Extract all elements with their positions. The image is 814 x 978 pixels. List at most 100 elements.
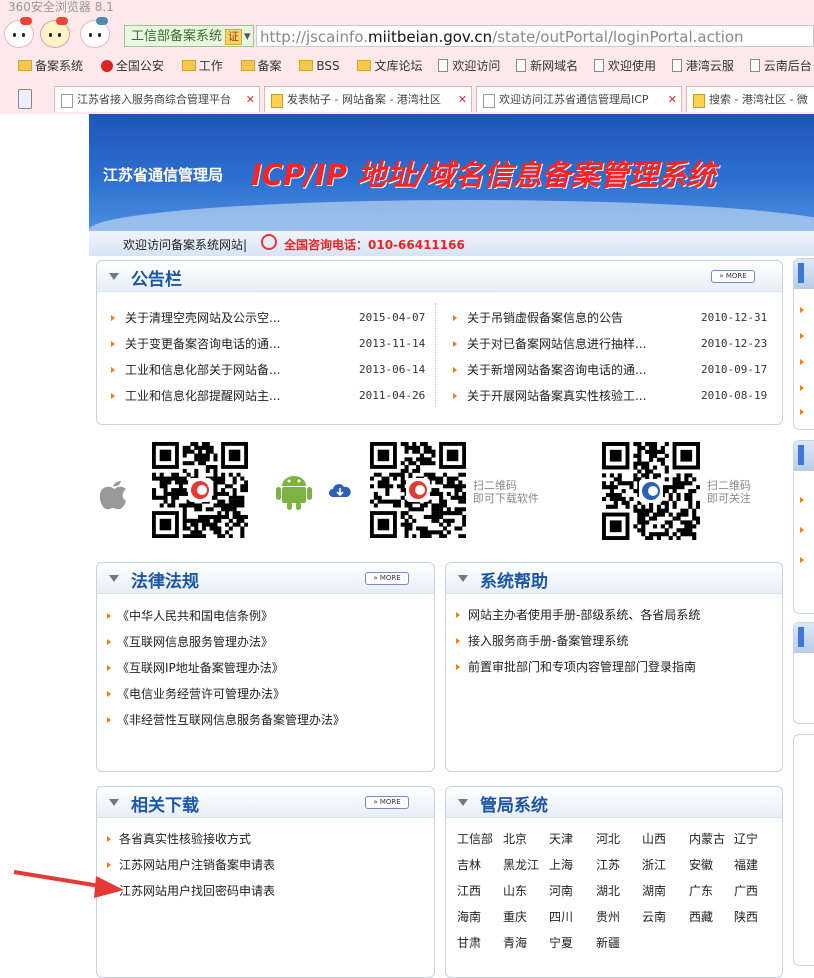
bureau-link[interactable]: 山西 xyxy=(642,830,666,847)
bureau-link[interactable]: 河南 xyxy=(549,882,573,899)
bureau-link[interactable]: 新疆 xyxy=(596,934,620,951)
side-panel xyxy=(793,440,814,614)
help-item[interactable]: 接入服务商手册-备案管理系统 xyxy=(456,632,628,649)
downloads-more-button[interactable]: » MORE xyxy=(365,796,409,809)
browser-tab[interactable]: 欢迎访问江苏省通信管理局ICP ✕ xyxy=(476,86,682,112)
bookmark-item[interactable]: 文库论坛 xyxy=(357,55,422,77)
url-domain: miitbeian.gov.cn xyxy=(368,28,493,46)
notice-item[interactable]: 关于变更备案咨询电话的通... xyxy=(111,335,280,352)
notice-item[interactable]: 工业和信息化部提醒网站主... xyxy=(111,387,280,404)
apple-icon[interactable] xyxy=(97,474,129,514)
notice-item[interactable]: 关于清理空壳网站及公示空... xyxy=(111,309,280,326)
notice-item[interactable]: 关于新增网站备案咨询电话的通... xyxy=(453,361,646,378)
download-item[interactable]: 江苏网站用户注销备案申请表 xyxy=(107,856,275,873)
law-item[interactable]: 《非经营性互联网信息服务备案管理办法》 xyxy=(107,711,345,728)
bureau-link[interactable]: 甘肃 xyxy=(457,934,481,951)
bureau-link[interactable]: 陕西 xyxy=(734,908,758,925)
bureau-link[interactable]: 湖北 xyxy=(596,882,620,899)
bookmark-item[interactable]: BSS xyxy=(299,55,340,77)
collapse-icon[interactable] xyxy=(109,575,119,582)
bureau-link[interactable]: 吉林 xyxy=(457,856,481,873)
close-tab-icon[interactable]: ✕ xyxy=(668,87,677,112)
bullet-arrow-icon xyxy=(107,836,111,842)
download-cloud-icon[interactable] xyxy=(328,484,352,498)
law-item[interactable]: 《互联网信息服务管理办法》 xyxy=(107,633,273,650)
page-icon xyxy=(61,94,73,108)
close-tab-icon[interactable]: ✕ xyxy=(246,87,255,112)
bureau-link[interactable]: 上海 xyxy=(549,856,573,873)
help-item[interactable]: 前置审批部门和专项内容管理部门登录指南 xyxy=(456,658,696,675)
bureau-link[interactable]: 内蒙古 xyxy=(689,830,725,847)
bureau-link[interactable]: 山东 xyxy=(503,882,527,899)
bullet-arrow-icon xyxy=(453,393,457,399)
bureau-link[interactable]: 湖南 xyxy=(642,882,666,899)
android-icon[interactable] xyxy=(276,470,312,510)
download-item[interactable]: 各省真实性核验接收方式 xyxy=(107,830,251,847)
bullet-arrow-icon xyxy=(456,664,460,670)
bureau-link[interactable]: 西藏 xyxy=(689,908,713,925)
mobile-icon[interactable] xyxy=(18,89,32,109)
bureau-link[interactable]: 海南 xyxy=(457,908,481,925)
bullet-arrow-icon xyxy=(111,315,115,321)
bureau-link[interactable]: 北京 xyxy=(503,830,527,847)
bureau-link[interactable]: 河北 xyxy=(596,830,620,847)
bureau-link[interactable]: 贵州 xyxy=(596,908,620,925)
collapse-icon[interactable] xyxy=(109,799,119,806)
bureau-link[interactable]: 四川 xyxy=(549,908,573,925)
browser-chrome: 360安全浏览器 8.1 工信部备案系统证 ▾ http://jscainfo.m… xyxy=(0,0,814,114)
collapse-icon[interactable] xyxy=(458,575,468,582)
close-tab-icon[interactable]: ✕ xyxy=(458,87,467,112)
bureau-link[interactable]: 江西 xyxy=(457,882,481,899)
notice-item[interactable]: 关于对已备案网站信息进行抽样... xyxy=(453,335,646,352)
notice-item[interactable]: 关于吊销虚假备案信息的公告 xyxy=(453,309,623,326)
bureau-link[interactable]: 天津 xyxy=(549,830,573,847)
bullet-arrow-icon xyxy=(107,639,111,645)
browser-tab[interactable]: 发表帖子 - 网站备案 - 港湾社区 ✕ xyxy=(264,86,472,112)
site-identity-button[interactable]: 工信部备案系统证 ▾ xyxy=(124,25,254,47)
hello-kitty-cake-icon[interactable] xyxy=(40,17,70,48)
bureau-link[interactable]: 重庆 xyxy=(503,908,527,925)
bureau-link[interactable]: 辽宁 xyxy=(734,830,758,847)
browser-tab[interactable]: 江苏省接入服务商综合管理平台 ✕ xyxy=(54,86,260,112)
bookmark-item[interactable]: 欢迎使用 xyxy=(594,55,656,77)
bureau-link[interactable]: 黑龙江 xyxy=(503,856,539,873)
page-icon xyxy=(516,59,527,72)
bureau-link[interactable]: 青海 xyxy=(503,934,527,951)
folder-icon xyxy=(18,60,32,71)
bureau-link[interactable]: 江苏 xyxy=(596,856,620,873)
bureau-link[interactable]: 浙江 xyxy=(642,856,666,873)
laws-more-button[interactable]: » MORE xyxy=(365,572,409,585)
law-item[interactable]: 《中华人民共和国电信条例》 xyxy=(107,607,273,624)
collapse-icon[interactable] xyxy=(109,273,119,280)
bureau-link[interactable]: 宁夏 xyxy=(549,934,573,951)
bureau-link[interactable]: 广东 xyxy=(689,882,713,899)
notice-item[interactable]: 关于开展网站备案真实性核验工... xyxy=(453,387,646,404)
notice-more-button[interactable]: » MORE xyxy=(711,270,755,283)
address-bar[interactable]: http://jscainfo.miitbeian.gov.cn/state/o… xyxy=(256,25,814,47)
hello-kitty-friend-icon[interactable] xyxy=(80,17,110,48)
bookmark-item[interactable]: 港湾云服 xyxy=(671,55,734,77)
help-item[interactable]: 网站主办者使用手册-部级系统、各省局系统 xyxy=(456,606,700,623)
bookmark-item[interactable]: 云南后台 xyxy=(749,55,812,77)
bureau-link[interactable]: 福建 xyxy=(734,856,758,873)
notice-date: 2015-04-07 xyxy=(359,311,426,324)
bookmark-item[interactable]: 全国公安 xyxy=(100,55,164,77)
bureau-link[interactable]: 安徽 xyxy=(689,856,713,873)
bookmark-item[interactable]: 欢迎访问 xyxy=(438,55,500,77)
bureau-link[interactable]: 云南 xyxy=(642,908,666,925)
bookmark-item[interactable]: 新网域名 xyxy=(516,55,578,77)
bookmark-item[interactable]: 备案 xyxy=(240,55,282,77)
hello-kitty-icon[interactable] xyxy=(4,17,34,48)
welcome-text: 欢迎访问备案系统网站| xyxy=(123,238,248,252)
bureau-link[interactable]: 工信部 xyxy=(457,830,493,847)
bookmark-item[interactable]: 工作 xyxy=(181,55,223,77)
download-item-password-recovery[interactable]: 江苏网站用户找回密码申请表 xyxy=(107,882,275,899)
bookmark-item[interactable]: 备案系统 xyxy=(18,55,83,77)
browser-tab[interactable]: 搜索 - 港湾社区 - 微 xyxy=(686,86,814,112)
notice-item[interactable]: 工业和信息化部关于网站备... xyxy=(111,361,280,378)
bureau-link[interactable]: 广西 xyxy=(734,882,758,899)
law-item[interactable]: 《电信业务经营许可管理办法》 xyxy=(107,685,285,702)
law-item[interactable]: 《互联网IP地址备案管理办法》 xyxy=(107,659,284,676)
side-panel xyxy=(793,258,814,430)
collapse-icon[interactable] xyxy=(458,799,468,806)
